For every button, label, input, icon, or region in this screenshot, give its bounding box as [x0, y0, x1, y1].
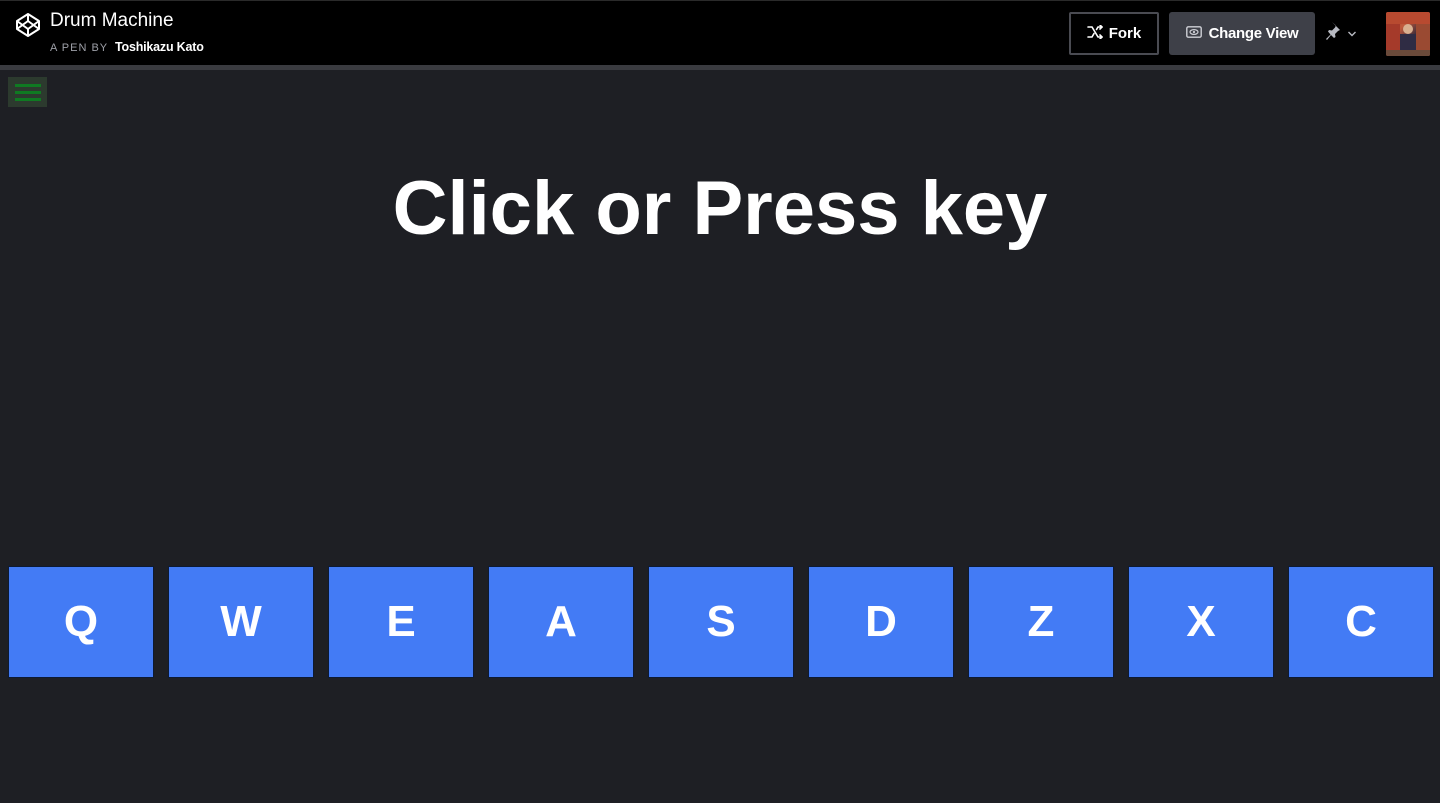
drum-pad-q[interactable]: Q — [8, 566, 154, 678]
drum-pad-w[interactable]: W — [168, 566, 314, 678]
menu-bar — [14, 97, 41, 101]
drum-pad-a[interactable]: A — [488, 566, 634, 678]
page-title: Click or Press key — [392, 166, 1048, 251]
drum-pads: Q W E A S D Z X C — [8, 566, 1434, 678]
eye-icon — [1185, 25, 1202, 42]
pen-byline: A PEN BY Toshikazu Kato — [50, 40, 204, 54]
chevron-down-icon — [1347, 25, 1357, 43]
drum-pad-e[interactable]: E — [328, 566, 474, 678]
fork-button[interactable]: Fork — [1069, 12, 1159, 55]
author-link[interactable]: Toshikazu Kato — [115, 40, 204, 54]
pen-title[interactable]: Drum Machine — [50, 10, 174, 32]
change-view-label: Change View — [1208, 25, 1299, 42]
pin-icon — [1325, 21, 1345, 48]
menu-bar — [14, 83, 41, 87]
drum-pad-s[interactable]: S — [648, 566, 794, 678]
drum-pad-z[interactable]: Z — [968, 566, 1114, 678]
user-avatar[interactable] — [1386, 12, 1430, 56]
pin-menu-button[interactable] — [1325, 21, 1365, 47]
fork-icon — [1086, 23, 1103, 43]
drum-pad-d[interactable]: D — [808, 566, 954, 678]
fork-label: Fork — [1108, 25, 1142, 42]
codepen-header: Drum Machine A PEN BY Toshikazu Kato For… — [0, 0, 1440, 65]
menu-bar — [14, 90, 41, 94]
drum-pad-c[interactable]: C — [1288, 566, 1434, 678]
change-view-button[interactable]: Change View — [1169, 12, 1315, 55]
drum-pad-x[interactable]: X — [1128, 566, 1274, 678]
codepen-logo-icon[interactable] — [15, 12, 41, 38]
pen-by-label: A PEN BY — [50, 42, 108, 54]
hamburger-menu-button[interactable] — [8, 77, 47, 107]
header-divider — [0, 65, 1440, 70]
